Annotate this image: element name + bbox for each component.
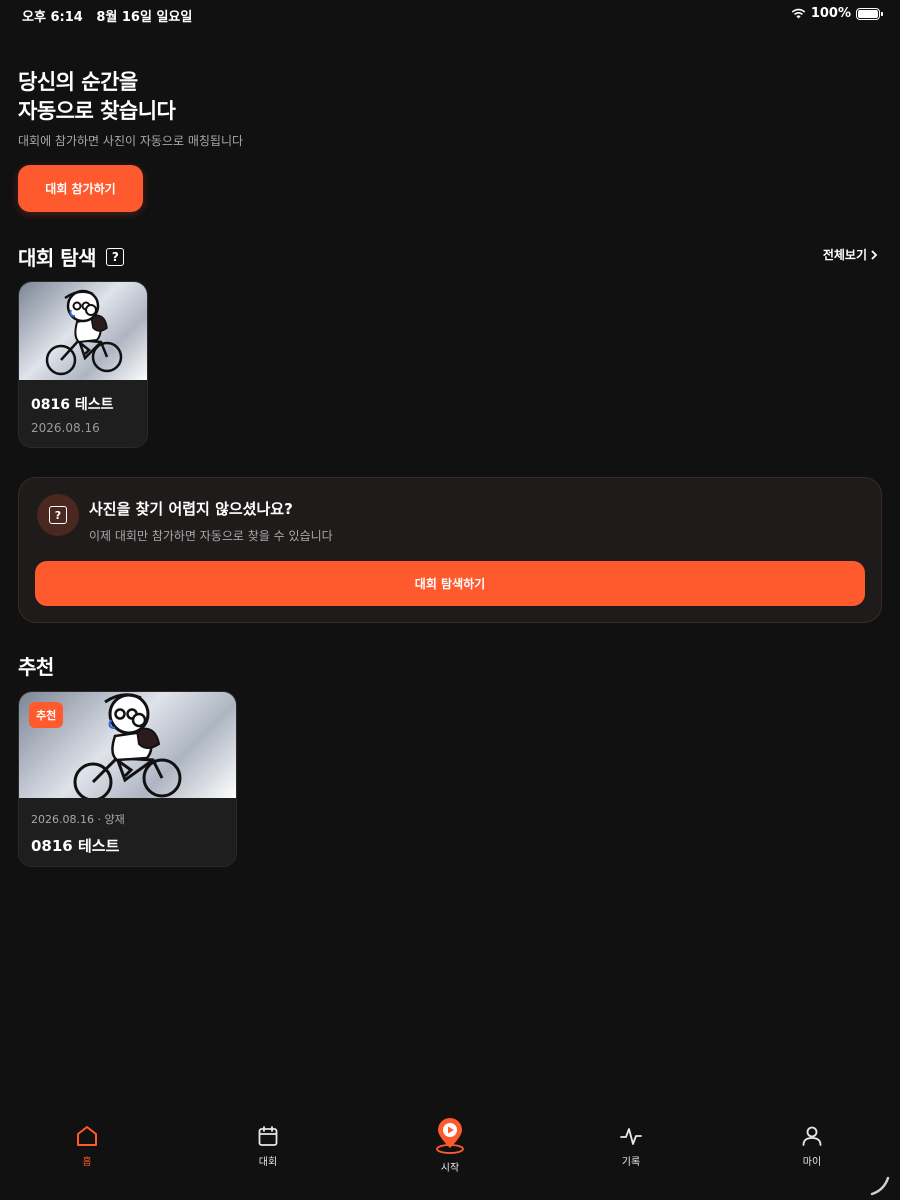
explore-title: 대회 탐색 <box>18 246 97 270</box>
wifi-icon <box>791 8 806 19</box>
explore-events-button[interactable]: 대회 탐색하기 <box>35 561 865 606</box>
recommend-card[interactable]: 추천 2026.08.16 · 양재 0816 테스트 <box>18 691 237 867</box>
status-date: 8월 16일 일요일 <box>96 10 193 25</box>
bottom-tab-bar: 홈 대회 시작 기록 마이 <box>0 1110 900 1200</box>
user-icon <box>802 1126 822 1146</box>
explore-section-title: 대회 탐색 ? <box>18 242 125 271</box>
tab-start-label: 시작 <box>440 1163 460 1174</box>
event-date: 2026.08.16 <box>31 421 100 435</box>
hero-title-line2: 자동으로 찾습니다 <box>18 99 176 123</box>
recommend-section-title: 추천 <box>18 651 54 680</box>
event-name: 0816 테스트 <box>31 397 114 413</box>
recommend-thumbnail: 추천 <box>19 692 236 798</box>
hero-title-line1: 당신의 순간을 <box>18 70 138 94</box>
help-circle: ? <box>37 494 79 536</box>
activity-icon <box>620 1128 642 1145</box>
join-event-button[interactable]: 대회 참가하기 <box>18 165 143 212</box>
hero-subtitle: 대회에 참가하면 사진이 자동으로 매칭됩니다 <box>18 134 244 148</box>
corner-indicator-icon <box>870 1176 890 1196</box>
recommend-meta: 2026.08.16 · 양재 <box>31 813 125 826</box>
tab-home-label: 홈 <box>82 1157 92 1168</box>
tab-home[interactable]: 홈 <box>47 1124 127 1168</box>
status-bar: 오후 6:14 8월 16일 일요일 100% <box>0 0 900 28</box>
event-thumbnail <box>19 282 147 380</box>
tab-events-label: 대회 <box>258 1157 278 1168</box>
question-icon[interactable]: ? <box>106 247 125 266</box>
recommend-badge: 추천 <box>29 702 64 728</box>
battery-percent: 100% <box>810 6 851 21</box>
help-card: ? 사진을 찾기 어렵지 않으셨나요? 이제 대회만 참가하면 자동으로 찾을 … <box>18 477 882 623</box>
hero-title: 당신의 순간을 자동으로 찾습니다 <box>18 68 176 126</box>
recommend-title: 추천 <box>18 655 54 679</box>
tab-records-label: 기록 <box>621 1157 641 1168</box>
battery-icon <box>856 7 883 20</box>
chevron-right-icon <box>871 250 878 259</box>
status-time: 오후 6:14 8월 16일 일요일 <box>22 6 192 25</box>
see-all-label: 전체보기 <box>822 248 867 262</box>
calendar-icon <box>258 1126 278 1146</box>
cyclist-illustration <box>45 289 123 376</box>
home-icon <box>77 1126 97 1146</box>
tab-records[interactable]: 기록 <box>591 1124 671 1168</box>
status-right: 100% <box>791 6 883 21</box>
recommend-name: 0816 테스트 <box>31 837 120 855</box>
event-card[interactable]: 0816 테스트 2026.08.16 <box>18 281 148 448</box>
tab-start[interactable]: 시작 <box>410 1118 490 1174</box>
see-all-link[interactable]: 전체보기 <box>823 246 878 263</box>
help-card-title: 사진을 찾기 어렵지 않으셨나요? <box>89 500 293 518</box>
tab-my[interactable]: 마이 <box>772 1124 852 1168</box>
status-clock: 오후 6:14 <box>22 10 83 25</box>
question-icon: ? <box>49 506 67 524</box>
help-card-subtitle: 이제 대회만 참가하면 자동으로 찾을 수 있습니다 <box>89 529 333 543</box>
tab-my-label: 마이 <box>802 1157 822 1168</box>
tab-events[interactable]: 대회 <box>228 1124 308 1168</box>
start-pin-icon <box>436 1118 464 1154</box>
